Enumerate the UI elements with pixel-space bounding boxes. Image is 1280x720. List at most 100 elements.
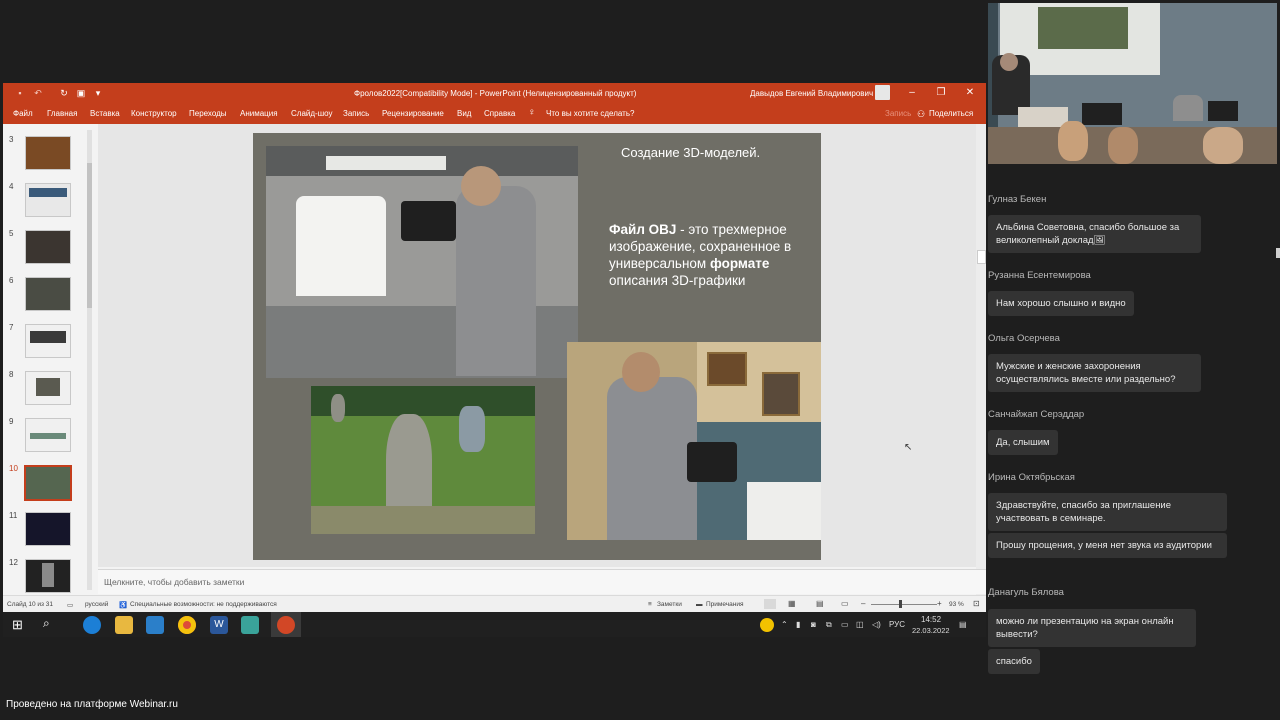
- photo-stone-field: [311, 386, 535, 534]
- store-icon[interactable]: [146, 616, 164, 634]
- tab-transitions[interactable]: Переходы: [189, 109, 227, 118]
- app-icon[interactable]: [241, 616, 259, 634]
- customize-toolbar-icon[interactable]: ▾: [93, 88, 103, 98]
- tab-record[interactable]: Запись: [343, 109, 369, 118]
- volume-icon[interactable]: ◁): [872, 620, 881, 629]
- slide-thumbnail[interactable]: [25, 230, 71, 264]
- tab-design[interactable]: Конструктор: [131, 109, 177, 118]
- accessibility-status[interactable]: Специальные возможности: не поддерживают…: [130, 601, 277, 608]
- tab-view[interactable]: Вид: [457, 109, 471, 118]
- reading-view-icon[interactable]: ▤: [816, 599, 824, 608]
- slide-thumbnail-active[interactable]: [24, 465, 72, 501]
- tab-home[interactable]: Главная: [47, 109, 77, 118]
- accessibility-icon: ♿: [119, 602, 128, 609]
- tray-chevron-icon[interactable]: ⌃: [781, 620, 788, 629]
- undo-icon[interactable]: ↶: [33, 88, 43, 98]
- notes-icon: ≡: [648, 601, 652, 608]
- tray-app2-icon[interactable]: ⧉: [826, 620, 832, 630]
- record-button[interactable]: Запись: [885, 109, 911, 118]
- notes-pane[interactable]: Щелкните, чтобы добавить заметки: [98, 569, 986, 594]
- lightbulb-icon: ♀: [528, 107, 536, 118]
- word-icon[interactable]: W: [210, 616, 228, 634]
- minimize-icon[interactable]: –: [904, 86, 920, 100]
- tab-slideshow[interactable]: Слайд-шоу: [291, 109, 332, 118]
- chat-author: Санчайжап Серэддар: [988, 409, 1085, 420]
- slide-thumbnail[interactable]: [25, 136, 71, 170]
- editor-scrollbar[interactable]: [976, 124, 986, 595]
- slide-body-text-part2: описания 3D-графики: [609, 273, 746, 288]
- tab-file[interactable]: Файл: [13, 109, 33, 118]
- slide-body-bold-format: формате: [709, 256, 770, 271]
- notifications-icon[interactable]: ▤: [959, 620, 967, 629]
- slide-canvas[interactable]: Создание 3D-моделей. Файл OBJ - это трех…: [253, 133, 821, 560]
- restore-icon[interactable]: ❐: [933, 86, 949, 100]
- chat-panel: Гулназ Бекен Альбина Советовна, спасибо …: [988, 180, 1280, 680]
- thumbnails-scroll-handle[interactable]: [87, 163, 92, 308]
- tray-app-icon[interactable]: ◙: [811, 620, 816, 629]
- slide-thumbnail[interactable]: [25, 559, 71, 593]
- chrome-icon[interactable]: [178, 616, 196, 634]
- input-language[interactable]: РУС: [889, 620, 905, 629]
- slide-sorter-icon[interactable]: ▦: [788, 599, 796, 608]
- windows-start-icon[interactable]: ⊞: [12, 617, 23, 633]
- comments-button[interactable]: Примечания: [706, 601, 744, 608]
- zoom-slider[interactable]: [871, 604, 937, 605]
- tab-animations[interactable]: Анимация: [240, 109, 278, 118]
- slide-title[interactable]: Создание 3D-моделей.: [621, 145, 801, 160]
- person-icon: ⚇: [917, 109, 926, 119]
- search-icon[interactable]: ⌕: [43, 616, 50, 631]
- editor-scroll-handle[interactable]: [977, 250, 986, 264]
- tab-help[interactable]: Справка: [484, 109, 515, 118]
- chat-scroll-handle[interactable]: [1276, 248, 1280, 258]
- clock-date[interactable]: 22.03.2022: [912, 626, 950, 635]
- zoom-slider-thumb[interactable]: [899, 600, 902, 608]
- chat-author: Рузанна Есентемирова: [988, 270, 1091, 281]
- microphone-icon[interactable]: ▮: [796, 620, 800, 629]
- redo-icon[interactable]: ↻: [59, 88, 69, 98]
- language-indicator[interactable]: русский: [85, 601, 108, 608]
- slide-thumbnail[interactable]: [25, 512, 71, 546]
- normal-view-icon[interactable]: [764, 599, 776, 609]
- edge-icon[interactable]: [83, 616, 101, 634]
- slide-thumbnail[interactable]: [25, 277, 71, 311]
- chat-author: Ольга Осерчева: [988, 333, 1060, 344]
- powerpoint-window: ▪ ↶ ↻ ▣ ▾ Фролов2022[Compatibility Mode]…: [3, 83, 986, 612]
- chat-message: спасибо: [988, 649, 1040, 674]
- slide-thumbnail[interactable]: [25, 418, 71, 452]
- thumb-number: 12: [9, 558, 18, 567]
- avatar[interactable]: [875, 85, 890, 100]
- photo-museum: [567, 342, 821, 540]
- user-name[interactable]: Давыдов Евгений Владимирович: [750, 89, 873, 98]
- fit-to-window-icon[interactable]: ⊡: [973, 599, 980, 608]
- tab-review[interactable]: Рецензирование: [382, 109, 444, 118]
- powerpoint-icon[interactable]: [277, 616, 295, 634]
- close-icon[interactable]: ✕: [962, 86, 978, 100]
- thumb-number: 5: [9, 229, 14, 238]
- thumb-number: 11: [9, 511, 18, 520]
- slide-thumbnail[interactable]: [25, 183, 71, 217]
- slideshow-view-icon[interactable]: ▭: [841, 599, 849, 608]
- zoom-level[interactable]: 93 %: [949, 601, 964, 608]
- help-icon[interactable]: [760, 618, 774, 632]
- notes-button[interactable]: Заметки: [657, 601, 682, 608]
- slide-body-text[interactable]: Файл OBJ - это трехмерное изображение, с…: [609, 221, 819, 289]
- share-button[interactable]: Поделиться: [929, 109, 973, 118]
- start-slideshow-icon[interactable]: ▣: [76, 88, 86, 98]
- clock-time[interactable]: 14:52: [921, 615, 941, 624]
- thumb-number: 6: [9, 276, 14, 285]
- zoom-out-icon[interactable]: –: [861, 599, 865, 608]
- tell-me-search[interactable]: Что вы хотите сделать?: [546, 109, 634, 118]
- chat-message: Здравствуйте, спасибо за приглашение уча…: [988, 493, 1227, 531]
- spellcheck-icon[interactable]: ▭: [67, 601, 73, 609]
- tab-insert[interactable]: Вставка: [90, 109, 120, 118]
- slide-thumbnail[interactable]: [25, 324, 71, 358]
- save-icon[interactable]: ▪: [15, 88, 25, 98]
- battery-icon[interactable]: ▭: [841, 620, 849, 629]
- file-explorer-icon[interactable]: [115, 616, 133, 634]
- notes-placeholder[interactable]: Щелкните, чтобы добавить заметки: [104, 577, 244, 587]
- chat-message: Нам хорошо слышно и видно: [988, 291, 1134, 316]
- zoom-in-icon[interactable]: +: [937, 599, 942, 608]
- chat-author: Гулназ Бекен: [988, 194, 1047, 205]
- network-icon[interactable]: ◫: [856, 620, 864, 629]
- slide-thumbnail[interactable]: [25, 371, 71, 405]
